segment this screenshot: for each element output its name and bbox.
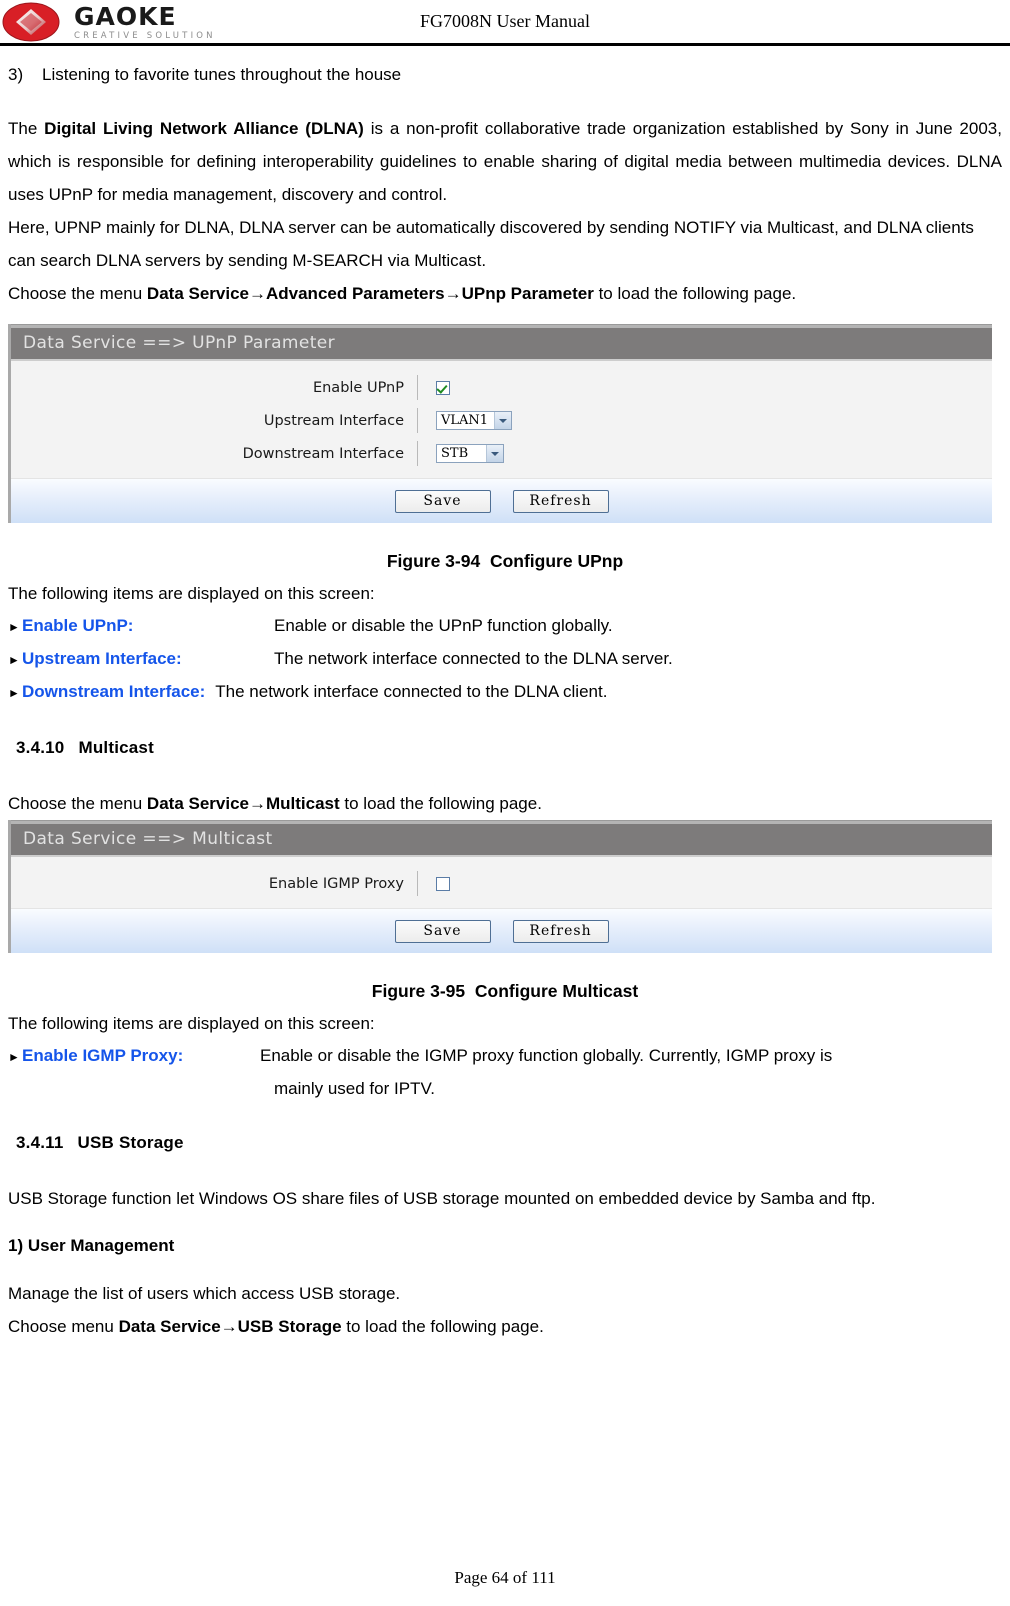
form-row-enable-upnp: Enable UPnP <box>11 371 992 404</box>
section-heading-3-4-11: 3.4.11 USB Storage <box>8 1126 1002 1160</box>
upnp-item-desc: The network interface connected to the D… <box>215 682 608 701</box>
list-item: ► Upstream Interface: The network interf… <box>8 643 1002 676</box>
multicast-item-term: Enable IGMP Proxy: <box>22 1046 184 1065</box>
upstream-interface-select[interactable]: VLAN1 <box>436 411 513 430</box>
menu-path-upnp: Data Service→Advanced Parameters→UPnp Pa… <box>146 284 594 303</box>
multicast-refresh-button[interactable]: Refresh <box>512 919 609 943</box>
upnp-save-button[interactable]: Save <box>394 489 491 513</box>
choose-menu-upnp: Choose the menu Data Service→Advanced Pa… <box>8 277 1002 310</box>
section-number: 3.4.11 <box>16 1133 64 1152</box>
list-item: ► Downstream Interface: The network inte… <box>8 676 1002 709</box>
multicast-item-desc: Enable or disable the IGMP proxy functio… <box>260 1046 833 1065</box>
multicast-panel-footer: Save Refresh <box>11 909 992 953</box>
downstream-interface-label: Downstream Interface <box>242 445 404 462</box>
triangle-right-icon: ► <box>8 686 20 700</box>
section-heading-3-4-10: 3.4.10 Multicast <box>8 731 1002 765</box>
dlna-para-pre: The <box>8 119 45 138</box>
triangle-right-icon: ► <box>8 653 20 667</box>
figure-95-title: Configure Multicast <box>474 981 639 1001</box>
figure-95-caption: Figure 3-95 Configure Multicast <box>8 975 1002 1007</box>
choose-menu-post: to load the following page. <box>593 284 797 303</box>
upnp-paragraph: Here, UPNP mainly for DLNA, DLNA server … <box>8 218 974 270</box>
enable-upnp-label: Enable UPnP <box>312 379 404 396</box>
choose-menu-post: to load the following page. <box>339 794 542 813</box>
dlna-term: Digital Living Network Alliance (DLNA) <box>44 119 364 138</box>
upnp-item-term: Downstream Interface: <box>22 682 206 701</box>
section-number: 3.4.10 <box>16 738 65 757</box>
form-row-upstream-interface: Upstream Interface VLAN1 <box>11 404 992 437</box>
upnp-parameter-panel: Data Service ==> UPnP Parameter Enable U… <box>8 324 992 523</box>
downstream-interface-select[interactable]: STB <box>436 444 504 463</box>
choose-menu-post: to load the following page. <box>341 1317 544 1336</box>
logo-tagline: CREATIVE SOLUTION <box>74 31 216 41</box>
upnp-item-desc: The network interface connected to the D… <box>274 649 673 668</box>
chevron-down-icon[interactable] <box>494 412 512 429</box>
downstream-interface-field: STB <box>418 444 504 463</box>
section-title: USB Storage <box>77 1133 184 1152</box>
form-row-downstream-interface: Downstream Interface STB <box>11 437 992 470</box>
document-title: FG7008N User Manual <box>420 11 590 31</box>
upnp-item-desc: Enable or disable the UPnP function glob… <box>274 616 613 635</box>
enable-igmp-proxy-field <box>418 876 450 891</box>
multicast-save-button[interactable]: Save <box>394 919 491 943</box>
upnp-item-term: Enable UPnP: <box>22 616 134 635</box>
upnp-panel-titlebar: Data Service ==> UPnP Parameter <box>11 328 992 361</box>
triangle-right-icon: ► <box>8 1050 20 1064</box>
page-content: 3) Listening to favorite tunes throughout… <box>0 46 1010 1343</box>
choose-menu-multicast: Choose the menu Data Service→Multicast t… <box>8 787 1002 820</box>
list-item: ► Enable UPnP: Enable or disable the UPn… <box>8 610 1002 643</box>
page-header: GAOKE CREATIVE SOLUTION FG7008N User Man… <box>0 0 1010 46</box>
enable-upnp-checkbox[interactable] <box>436 380 450 395</box>
upnp-item-term: Upstream Interface: <box>22 649 182 668</box>
enable-upnp-field <box>418 380 450 395</box>
upnp-item-list: ► Enable UPnP: Enable or disable the UPn… <box>8 610 1002 709</box>
multicast-panel-titlebar: Data Service ==> Multicast <box>11 824 992 857</box>
dlna-paragraph: The Digital Living Network Alliance (DLN… <box>8 112 1002 211</box>
usb-storage-paragraph: USB Storage function let Windows OS shar… <box>8 1189 876 1208</box>
multicast-panel-body: Enable IGMP Proxy <box>11 857 992 909</box>
figure-94-title: Configure UPnp <box>489 551 624 571</box>
chevron-down-icon[interactable] <box>486 445 503 462</box>
upnp-refresh-button[interactable]: Refresh <box>512 489 609 513</box>
form-row-enable-igmp-proxy: Enable IGMP Proxy <box>11 867 992 900</box>
figure-95-number: Figure 3-95 <box>371 981 466 1001</box>
upstream-interface-field: VLAN1 <box>418 411 513 430</box>
menu-path-usb-storage: Data Service→USB Storage <box>118 1317 342 1336</box>
page-footer: Page 64 of 111 <box>454 1568 556 1587</box>
multicast-items-intro: The following items are displayed on thi… <box>8 1014 375 1033</box>
upnp-items-intro: The following items are displayed on thi… <box>8 584 375 603</box>
choose-menu-pre: Choose menu <box>8 1317 119 1336</box>
choose-menu-usb-storage: Choose menu Data Service→USB Storage to … <box>8 1310 1002 1343</box>
list-item-text: Listening to favorite tunes throughout t… <box>42 65 402 84</box>
figure-94-number: Figure 3-94 <box>386 551 481 571</box>
list-item-number: 3) <box>8 65 24 84</box>
figure-94-caption: Figure 3-94 Configure UPnp <box>8 545 1002 577</box>
upnp-panel-footer: Save Refresh <box>11 479 992 523</box>
multicast-item-list: ► Enable IGMP Proxy: Enable or disable t… <box>8 1040 1002 1104</box>
numbered-list-item: 3) Listening to favorite tunes throughout… <box>8 60 1002 90</box>
triangle-right-icon: ► <box>8 620 20 634</box>
upstream-interface-label: Upstream Interface <box>263 412 404 429</box>
upnp-panel-body: Enable UPnP Upstream Interface VLAN1 Dow… <box>11 361 992 479</box>
choose-menu-pre: Choose the menu <box>8 794 147 813</box>
list-item: ► Enable IGMP Proxy: Enable or disable t… <box>8 1040 1002 1073</box>
enable-igmp-proxy-label: Enable IGMP Proxy <box>268 875 404 892</box>
multicast-item-desc-continued: mainly used for IPTV. <box>274 1079 435 1098</box>
multicast-panel: Data Service ==> Multicast Enable IGMP P… <box>8 820 992 953</box>
user-management-heading: 1) User Management <box>8 1236 175 1255</box>
choose-menu-pre: Choose the menu <box>8 284 147 303</box>
user-management-paragraph: Manage the list of users which access US… <box>8 1284 401 1303</box>
downstream-interface-value: STB <box>441 446 469 461</box>
section-title: Multicast <box>78 738 154 757</box>
menu-path-multicast: Data Service→Multicast <box>146 794 340 813</box>
enable-igmp-proxy-checkbox[interactable] <box>436 876 450 891</box>
upstream-interface-value: VLAN1 <box>441 413 489 428</box>
